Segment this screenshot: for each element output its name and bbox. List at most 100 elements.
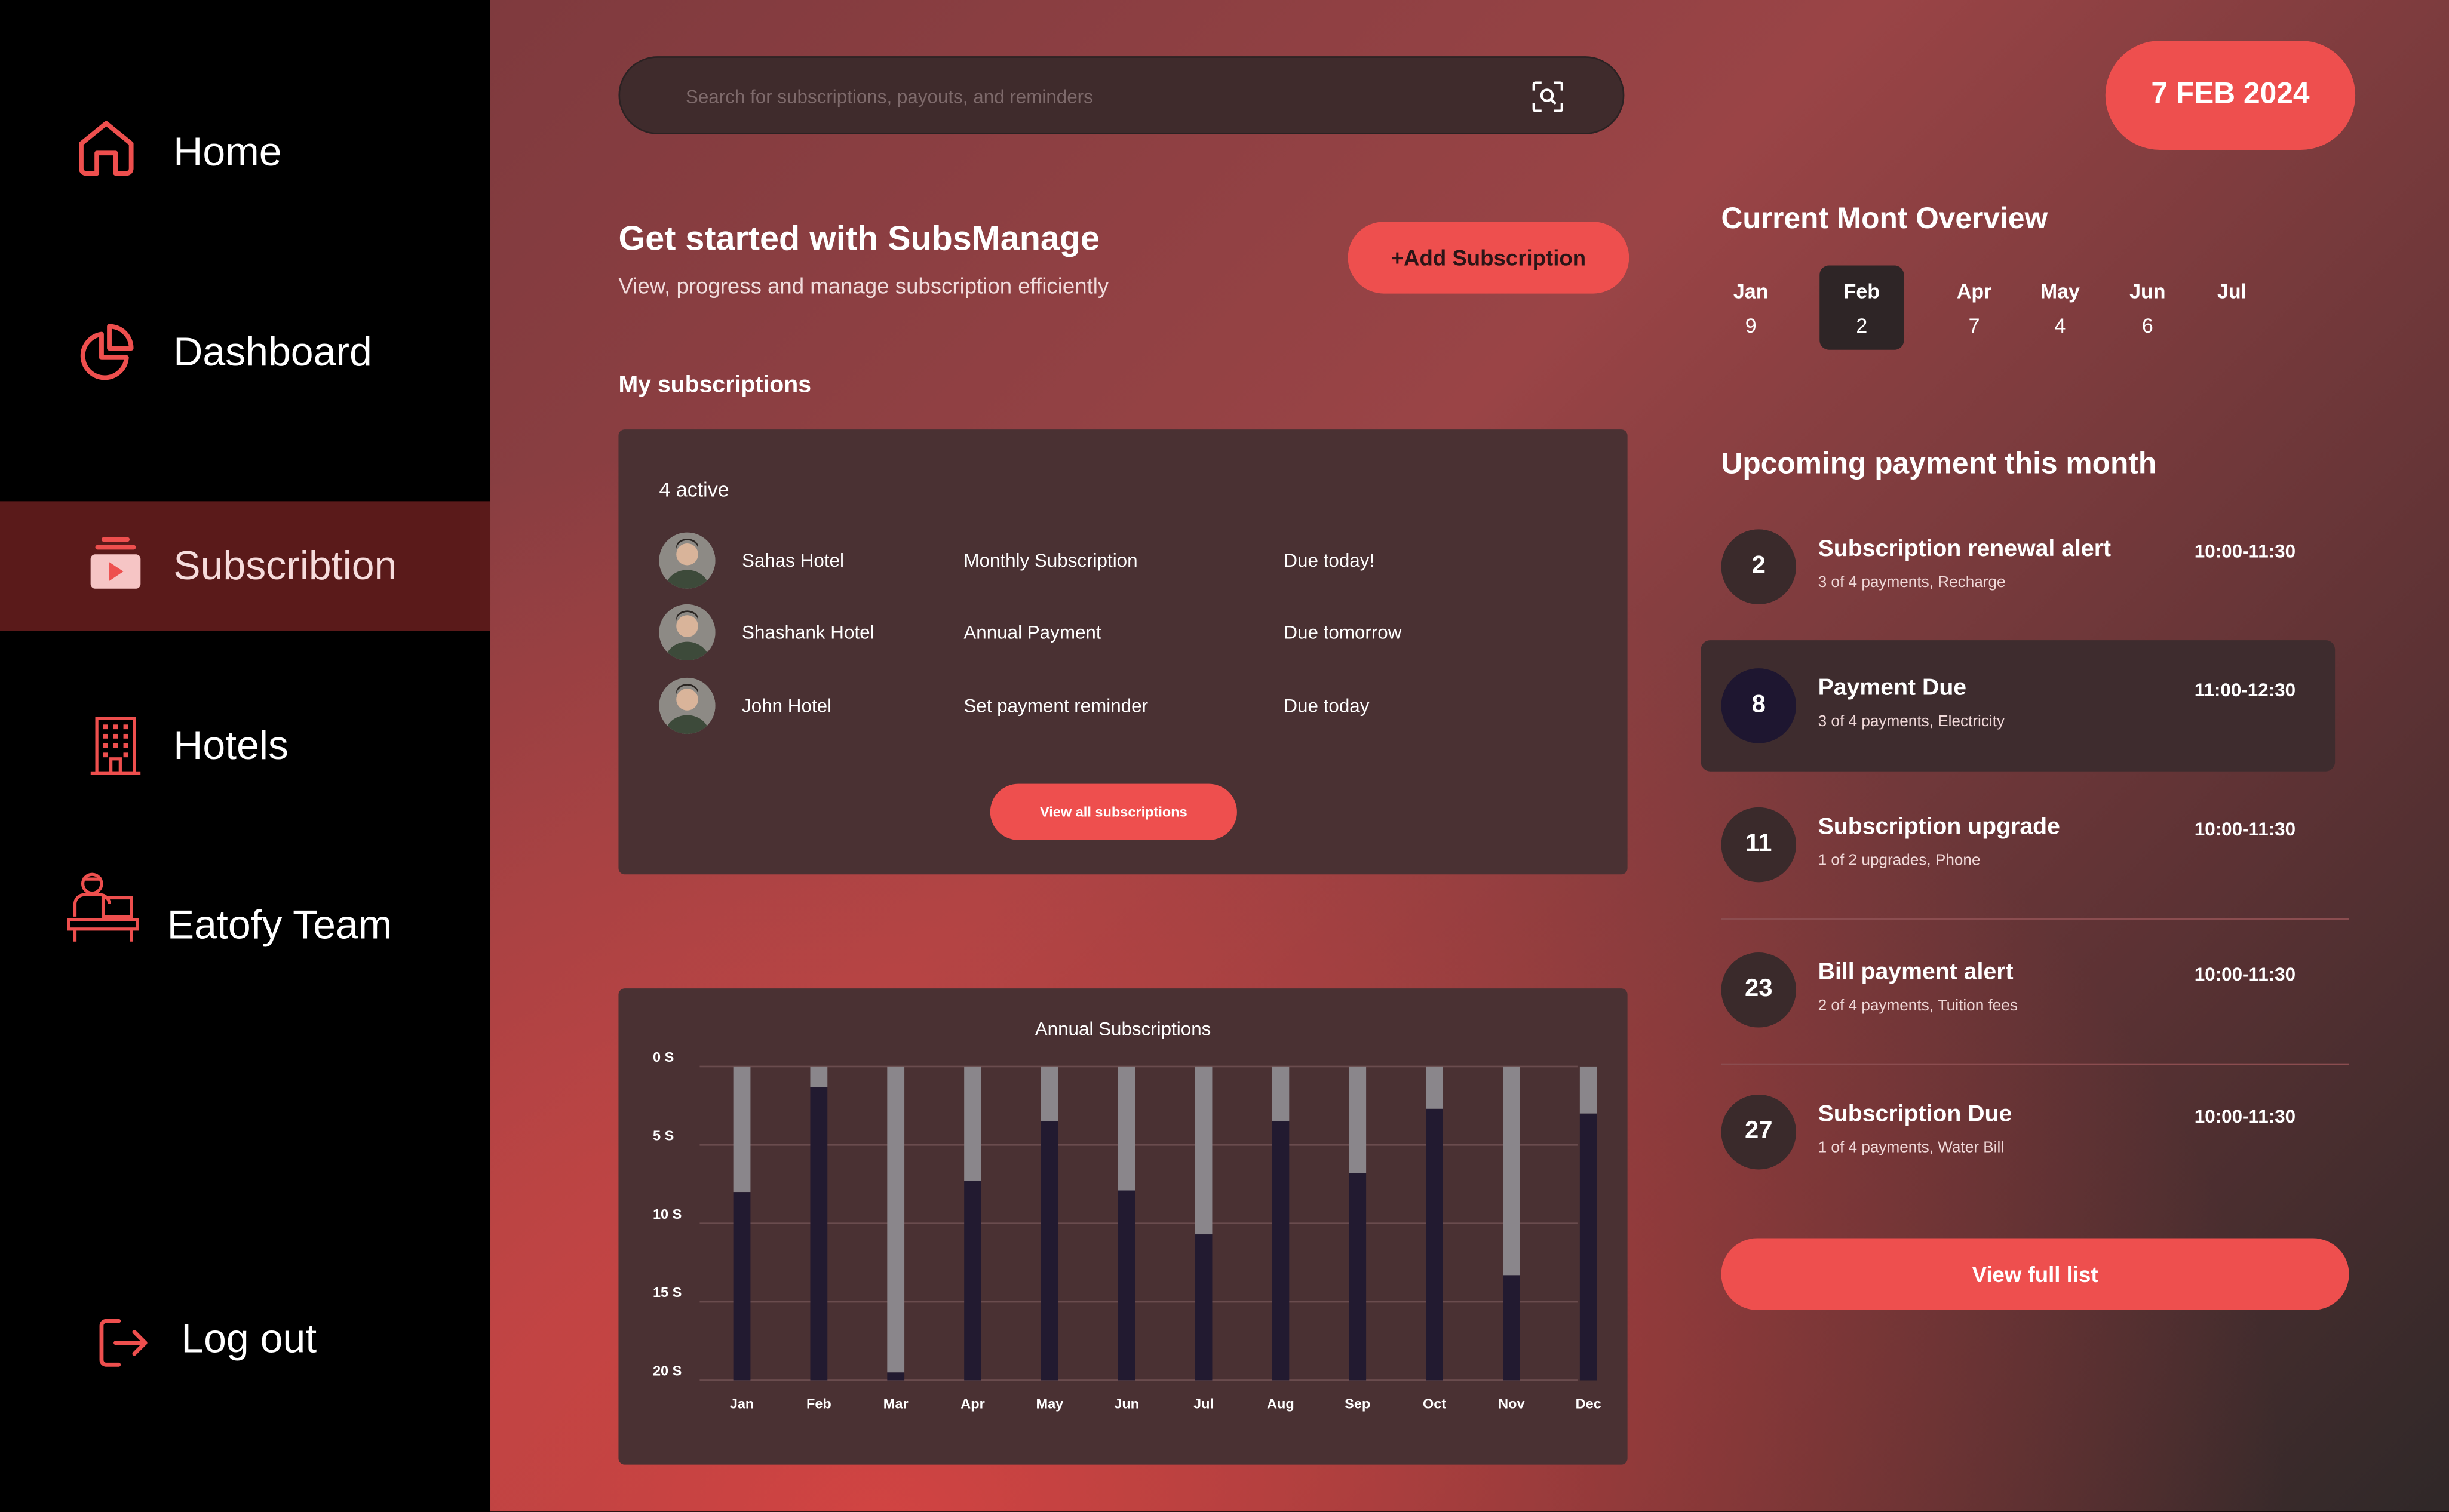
sidebar: Home Dashboard Subscribtion Hotels Eatof… — [0, 0, 491, 1512]
page-title: Get started with SubsManage — [618, 219, 1100, 258]
x-tick-label: Nov — [1498, 1396, 1524, 1412]
month-jul[interactable]: Jul — [2190, 266, 2274, 350]
payment-item[interactable]: 27 Subscription Due 1 of 4 payments, Wat… — [1701, 1067, 2336, 1198]
payment-title: Bill payment alert — [1818, 958, 2014, 985]
home-icon — [79, 121, 134, 176]
payment-item[interactable]: 2 Subscription renewal alert 3 of 4 paym… — [1701, 501, 2336, 632]
page-subtitle: View, progress and manage subscription e… — [618, 273, 1109, 299]
payment-detail: 2 of 4 payments, Tuition fees — [1818, 997, 2018, 1015]
divider — [1721, 1063, 2349, 1065]
due-status: Due today — [1284, 694, 1370, 717]
payment-detail: 1 of 2 upgrades, Phone — [1818, 852, 1981, 870]
bar-segment-light — [1503, 1066, 1520, 1276]
due-status: Due today! — [1284, 549, 1375, 572]
subscription-icon — [90, 537, 141, 589]
payment-title: Subscription Due — [1818, 1101, 2012, 1127]
x-tick-label: Mar — [883, 1396, 909, 1412]
y-tick-label: 5 S — [653, 1127, 674, 1143]
month-apr[interactable]: Apr 7 — [1932, 266, 2017, 350]
payment-title: Subscription upgrade — [1818, 813, 2060, 840]
subscriptions-card: 4 active Sahas Hotel Monthly Subscriptio… — [618, 429, 1628, 875]
day-badge: 2 — [1721, 529, 1797, 604]
due-status: Due tomorrow — [1284, 621, 1402, 644]
sidebar-item-label: Hotels — [173, 721, 289, 769]
month-feb[interactable]: Feb 2 — [1819, 265, 1904, 350]
bar-segment-light — [733, 1066, 751, 1193]
sidebar-item-label: Home — [173, 128, 282, 175]
subscriptions-heading: My subscriptions — [618, 371, 812, 398]
sidebar-item-eatofy-team[interactable]: Eatofy Team — [0, 866, 490, 954]
upcoming-title: Upcoming payment this month — [1721, 448, 2157, 481]
logout-label: Log out — [181, 1314, 317, 1362]
hotel-name: John Hotel — [742, 694, 832, 717]
bar-segment-dark — [1041, 1121, 1058, 1381]
payment-time: 10:00-11:30 — [2194, 818, 2296, 840]
payment-detail: 3 of 4 payments, Electricity — [1818, 713, 2005, 731]
subscription-row[interactable]: John Hotel Set payment reminder Due toda… — [659, 677, 1596, 734]
y-tick-label: 10 S — [653, 1206, 682, 1222]
y-tick-label: 0 S — [653, 1049, 674, 1065]
bar-segment-light — [1272, 1066, 1290, 1121]
chart-title: Annual Subscriptions — [1035, 1019, 1211, 1040]
x-tick-label: Apr — [960, 1396, 985, 1412]
bar-segment-dark — [1272, 1121, 1290, 1381]
scan-search-icon[interactable] — [1532, 81, 1563, 112]
day-badge: 27 — [1721, 1094, 1797, 1170]
logout-button[interactable]: Log out — [0, 1296, 490, 1383]
bar-segment-light — [810, 1066, 828, 1087]
active-count: 4 active — [659, 478, 729, 502]
team-member-icon — [67, 872, 139, 942]
sidebar-item-home[interactable]: Home — [0, 106, 490, 200]
main-content: Search for subscriptions, payouts, and r… — [490, 0, 2449, 1512]
add-subscription-button[interactable]: +Add Subscription — [1348, 222, 1629, 294]
payment-time: 10:00-11:30 — [2194, 540, 2296, 563]
bar-segment-light — [1579, 1066, 1597, 1114]
month-jun[interactable]: Jun 6 — [2106, 266, 2190, 350]
sidebar-item-hotels[interactable]: Hotels — [0, 706, 490, 790]
month-jan[interactable]: Jan 9 — [1709, 266, 1793, 350]
payment-title: Payment Due — [1818, 674, 1967, 702]
sidebar-item-label: Subscribtion — [173, 542, 397, 589]
x-tick-label: May — [1036, 1396, 1064, 1412]
payment-detail: 1 of 4 payments, Water Bill — [1818, 1139, 2005, 1157]
bar-segment-light — [1041, 1066, 1058, 1121]
payment-item[interactable]: 23 Bill payment alert 2 of 4 payments, T… — [1701, 924, 2336, 1056]
x-tick-label: Jul — [1193, 1396, 1214, 1412]
chart-svg: Annual Subscriptions 0 S 5 S 10 S 15 S 20 S Ja… — [653, 1019, 1601, 1412]
bar-segment-dark — [1579, 1113, 1597, 1381]
date-badge[interactable]: 7 FEB 2024 — [2105, 40, 2356, 150]
bar-segment-dark — [1349, 1173, 1367, 1381]
bar-segment-dark — [1503, 1275, 1520, 1381]
sidebar-item-dashboard[interactable]: Dashboard — [0, 306, 490, 400]
search-bar[interactable]: Search for subscriptions, payouts, and r… — [618, 56, 1625, 134]
bar-segment-dark — [733, 1192, 751, 1381]
bar-segment-dark — [887, 1372, 905, 1381]
payment-item[interactable]: 11 Subscription upgrade 1 of 2 upgrades,… — [1701, 779, 2336, 911]
bar-segment-dark — [810, 1087, 828, 1381]
sidebar-item-subscribtion[interactable]: Subscribtion — [0, 501, 491, 631]
avatar — [659, 604, 716, 661]
sidebar-item-label: Eatofy Team — [167, 901, 392, 948]
x-tick-label: Oct — [1423, 1396, 1446, 1412]
subscription-row[interactable]: Shashank Hotel Annual Payment Due tomorr… — [659, 604, 1596, 661]
building-icon — [90, 717, 141, 775]
view-full-list-button[interactable]: View full list — [1721, 1238, 2349, 1310]
bar-segment-light — [964, 1066, 981, 1181]
pie-chart-icon — [80, 324, 134, 380]
payment-detail: 3 of 4 payments, Recharge — [1818, 574, 2006, 592]
search-input[interactable]: Search for subscriptions, payouts, and r… — [686, 86, 1093, 108]
subscription-row[interactable]: Sahas Hotel Monthly Subscription Due tod… — [659, 532, 1596, 589]
y-tick-label: 15 S — [653, 1284, 682, 1300]
day-badge: 8 — [1721, 668, 1797, 743]
month-may[interactable]: May 4 — [2018, 266, 2102, 350]
x-tick-label: Feb — [806, 1396, 831, 1412]
bar-segment-light — [887, 1066, 905, 1373]
payment-time: 10:00-11:30 — [2194, 963, 2296, 985]
y-tick-label: 20 S — [653, 1363, 682, 1379]
day-badge: 11 — [1721, 807, 1797, 883]
avatar — [659, 532, 716, 589]
bar-segment-dark — [1195, 1234, 1213, 1381]
payment-item[interactable]: 8 Payment Due 3 of 4 payments, Electrici… — [1701, 640, 2336, 772]
view-all-subscriptions-button[interactable]: View all subscriptions — [990, 783, 1237, 840]
bar-segment-light — [1195, 1066, 1213, 1235]
